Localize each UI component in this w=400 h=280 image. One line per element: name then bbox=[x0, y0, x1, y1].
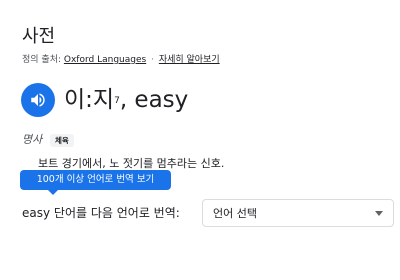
learn-more-link[interactable]: 자세히 알아보기 bbox=[159, 55, 220, 65]
headword-suffix: , easy bbox=[119, 87, 189, 113]
translate-label-text: 단어를 다음 언어로 번역: bbox=[50, 206, 180, 220]
pronunciation-button[interactable] bbox=[21, 83, 55, 117]
definition-text: 보트 경기에서, 노 젓기를 멈추라는 신호. bbox=[38, 157, 225, 170]
part-of-speech: 명사 bbox=[22, 133, 43, 146]
headword-superscript: 7 bbox=[114, 96, 120, 106]
source-line: 정의 출처: Oxford Languages · 자세히 알아보기 bbox=[22, 54, 220, 66]
language-select-value: 언어 선택 bbox=[213, 207, 257, 220]
volume-up-icon bbox=[31, 93, 45, 107]
language-select[interactable]: 언어 선택 bbox=[202, 199, 394, 227]
dictionary-card: 사전 정의 출처: Oxford Languages · 자세히 알아보기 이:… bbox=[0, 0, 400, 280]
domain-badge: 체육 bbox=[50, 134, 74, 147]
oxford-languages-link[interactable]: Oxford Languages bbox=[64, 55, 146, 65]
translate-tooltip: 100개 이상 언어로 번역 보기 bbox=[20, 170, 171, 195]
translate-word: easy bbox=[22, 206, 51, 220]
source-separator: · bbox=[151, 55, 154, 65]
section-title: 사전 bbox=[22, 26, 56, 47]
headword-text: 이:지 bbox=[64, 87, 115, 113]
headword: 이:지7, easy bbox=[64, 85, 188, 115]
dropdown-arrow-icon bbox=[375, 211, 383, 216]
translate-label: easy 단어를 다음 언어로 번역: bbox=[22, 205, 180, 221]
source-prefix: 정의 출처: bbox=[22, 55, 62, 65]
